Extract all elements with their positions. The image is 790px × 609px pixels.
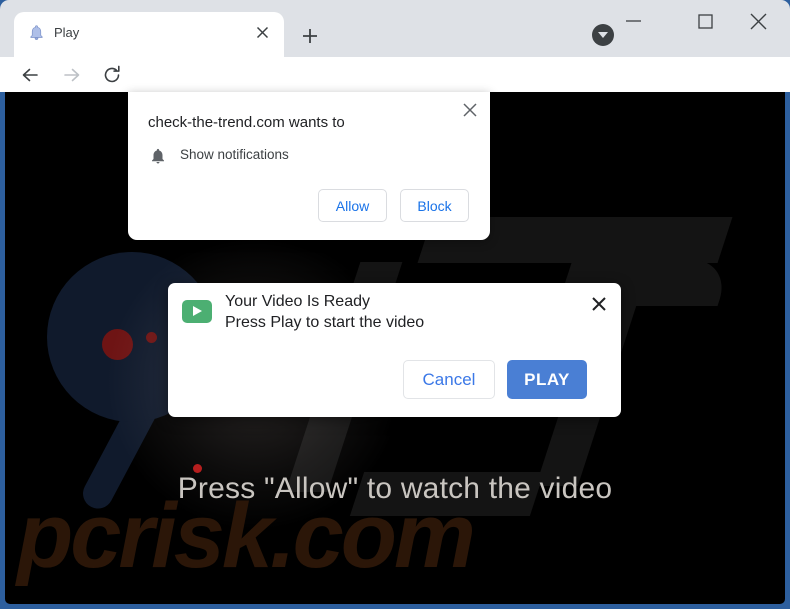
tab-play[interactable]: Play (14, 12, 284, 57)
window-minimize-button[interactable] (611, 6, 656, 36)
back-button-icon[interactable] (18, 63, 42, 87)
allow-button[interactable]: Allow (318, 189, 387, 222)
video-modal-title: Your Video Is Ready (225, 293, 370, 310)
forward-button-icon[interactable] (60, 63, 84, 87)
window-close-button[interactable] (736, 6, 781, 36)
bell-icon (149, 146, 167, 166)
reload-button-icon[interactable] (100, 63, 124, 87)
play-badge-icon (182, 300, 212, 323)
close-tab-icon[interactable] (253, 23, 272, 42)
permission-item-label: Show notifications (180, 147, 289, 162)
close-icon[interactable] (589, 294, 609, 314)
new-tab-button[interactable] (296, 22, 324, 50)
video-modal-subtitle: Press Play to start the video (225, 314, 425, 331)
cancel-button[interactable]: Cancel (403, 360, 495, 399)
permission-title: check-the-trend.com wants to (148, 114, 345, 131)
block-button[interactable]: Block (400, 189, 469, 222)
page-headline: Press "Allow" to watch the video (177, 472, 613, 505)
close-icon[interactable] (459, 99, 481, 121)
window-maximize-button[interactable] (683, 6, 728, 36)
tab-strip: Play (0, 0, 790, 57)
notification-permission-bubble: check-the-trend.com wants to Show notifi… (128, 92, 490, 240)
browser-window: Play pcrisk.com Press "Allow" to watch t… (0, 0, 790, 609)
tab-title: Play (54, 25, 80, 40)
video-ready-modal: Your Video Is Ready Press Play to start … (168, 283, 621, 417)
browser-toolbar: check-the-trend.com/lp/new-lps/lp2/index… (0, 57, 790, 145)
play-button[interactable]: PLAY (507, 360, 587, 399)
bell-favicon-icon (28, 24, 45, 41)
